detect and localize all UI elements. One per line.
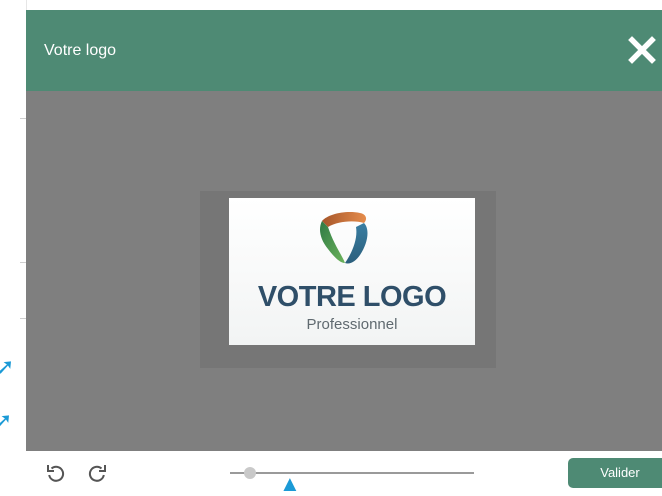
logo-mark-icon bbox=[320, 211, 368, 264]
validate-button[interactable]: Valider bbox=[568, 458, 662, 488]
rotate-right-icon[interactable] bbox=[86, 462, 108, 484]
image-crop-area[interactable]: VOTRE LOGO Professionnel bbox=[26, 91, 662, 451]
zoom-slider-track[interactable] bbox=[230, 472, 474, 474]
close-button[interactable] bbox=[624, 32, 660, 68]
logo-title: VOTRE LOGO bbox=[257, 281, 447, 313]
modal-header: Votre logo bbox=[26, 10, 662, 91]
zoom-slider-thumb[interactable] bbox=[243, 467, 256, 479]
annotation-arrow-icon: ➚ bbox=[0, 408, 13, 433]
editor-toolbar: Valider bbox=[26, 451, 662, 492]
logo-image[interactable]: VOTRE LOGO Professionnel bbox=[229, 198, 475, 345]
logo-editor-modal: Votre logo VOTRE LOGO Professionnel Vali… bbox=[26, 10, 662, 492]
rotate-left-icon[interactable] bbox=[45, 462, 67, 484]
annotation-arrow-icon: ➚ bbox=[0, 354, 15, 379]
logo-subtitle: Professionnel bbox=[306, 316, 398, 333]
modal-title: Votre logo bbox=[44, 42, 117, 59]
close-icon bbox=[628, 36, 656, 64]
